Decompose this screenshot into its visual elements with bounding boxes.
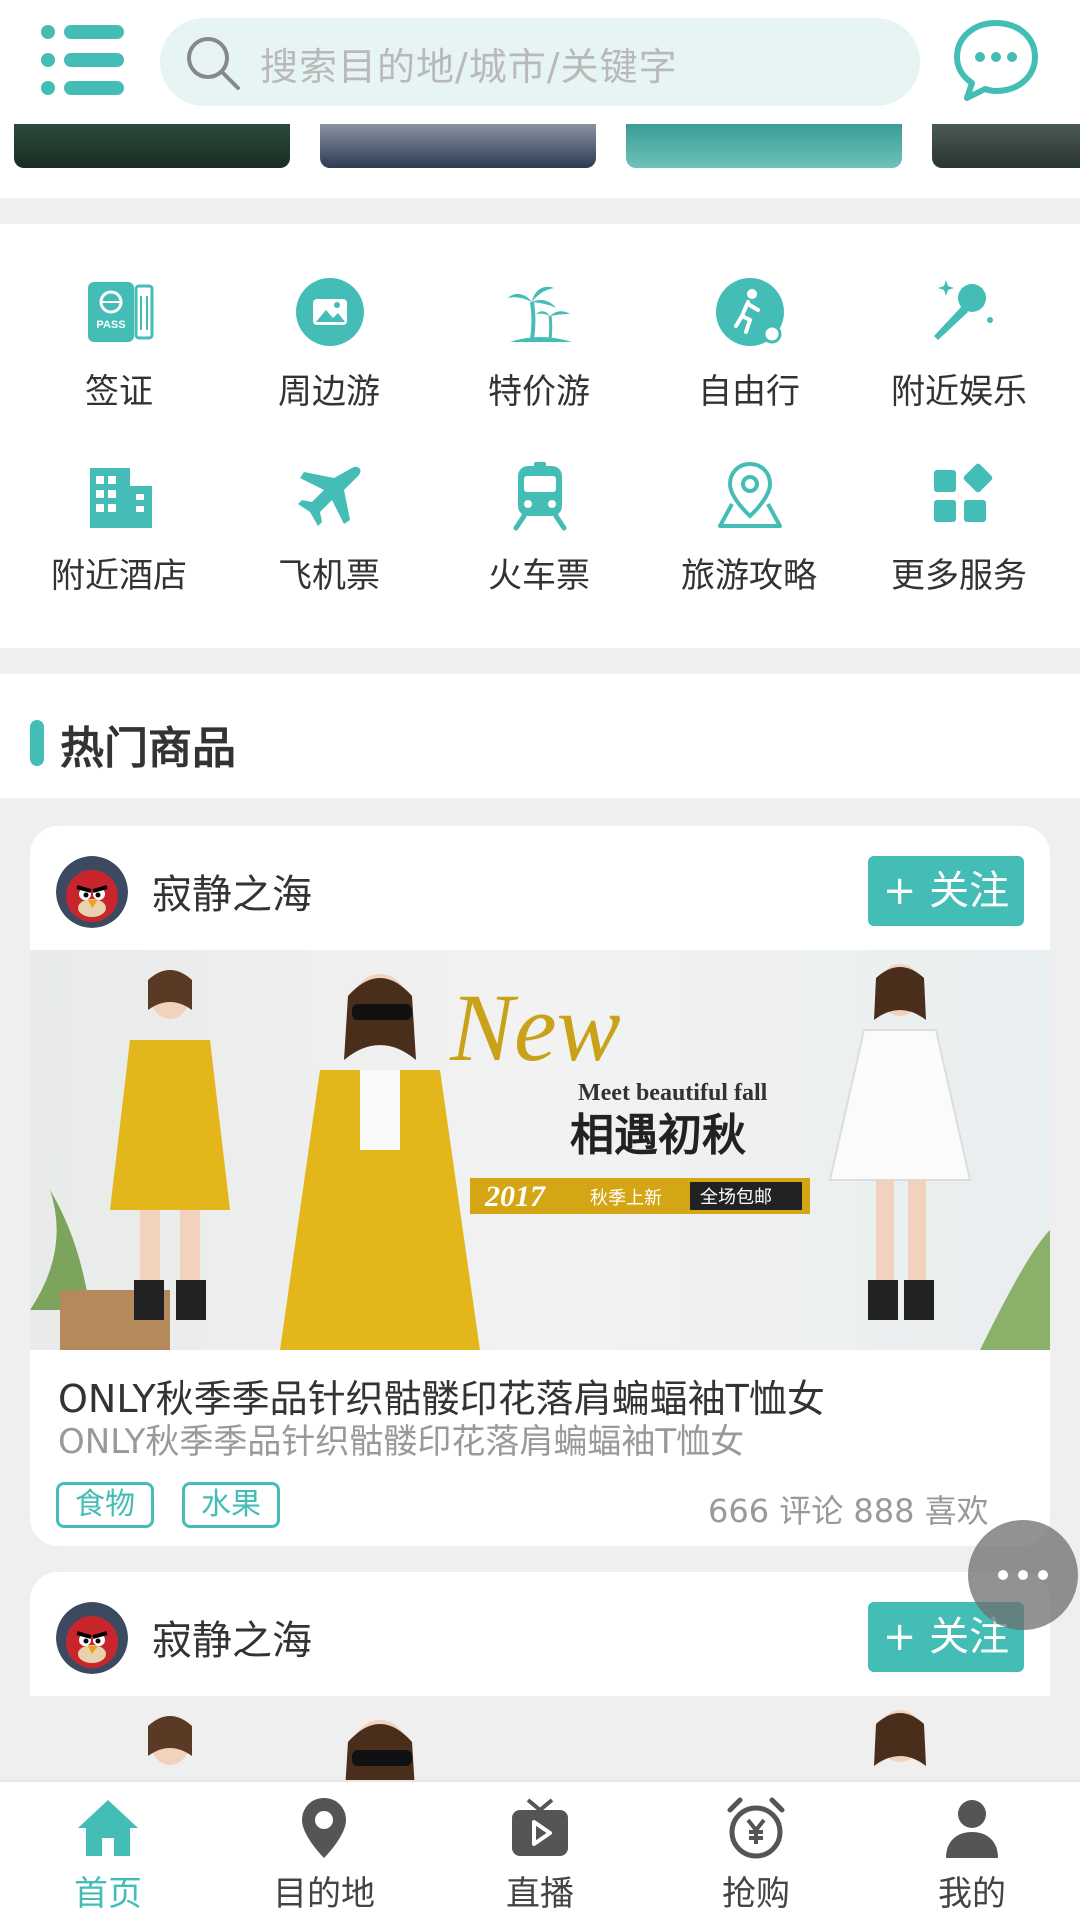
service-label: 附近酒店 xyxy=(51,556,187,596)
fashion-banner-image: New Meet beautiful fall 相遇初秋 2017 秋季上新 全… xyxy=(30,950,1050,1350)
service-label: 旅游攻略 xyxy=(681,556,817,596)
search-input[interactable]: 搜索目的地/城市/关键字 xyxy=(160,18,920,106)
map-pin-icon xyxy=(718,461,782,528)
app-screen: 搜索目的地/城市/关键字 PASS 签证 周边游 特价游 自由行 附近娱乐 附近… xyxy=(0,0,1080,1920)
product-tag[interactable]: 食物 xyxy=(56,1482,154,1528)
service-free-travel[interactable]: 自由行 xyxy=(644,276,854,426)
product-subtitle: ONLY秋季季品针织骷髅印花落肩蝙蝠袖T恤女 xyxy=(58,1422,745,1462)
banner-shipping: 全场包邮 xyxy=(700,1187,772,1208)
tab-profile[interactable]: 我的 xyxy=(864,1782,1080,1920)
top-header: 搜索目的地/城市/关键字 xyxy=(0,0,1080,124)
microphone-icon xyxy=(934,280,993,340)
tv-play-icon xyxy=(512,1798,568,1856)
service-label: 自由行 xyxy=(698,372,800,412)
follow-button[interactable]: + 关注 xyxy=(868,856,1024,926)
service-nearby-entertainment[interactable]: 附近娱乐 xyxy=(854,276,1064,426)
section-title: 热门商品 xyxy=(60,723,236,774)
tab-live[interactable]: 直播 xyxy=(432,1782,648,1920)
alarm-yen-icon xyxy=(727,1797,785,1859)
train-icon xyxy=(513,462,567,531)
tab-home[interactable]: 首页 xyxy=(0,1782,216,1920)
service-train[interactable]: 火车票 xyxy=(434,460,644,610)
walking-person-icon xyxy=(716,278,784,346)
banner-tagline: Meet beautiful fall xyxy=(578,1080,768,1106)
banner-headline: 相遇初秋 xyxy=(570,1110,746,1161)
destination-carousel[interactable] xyxy=(0,124,1080,198)
more-float-button[interactable] xyxy=(968,1520,1078,1630)
service-grid: PASS 签证 周边游 特价游 自由行 附近娱乐 附近酒店 飞机票 火车票 旅游… xyxy=(0,224,1080,648)
section-accent-bar xyxy=(30,720,44,766)
tab-label: 首页 xyxy=(74,1874,142,1914)
product-tag[interactable]: 水果 xyxy=(182,1482,280,1528)
svg-text:PASS: PASS xyxy=(96,319,125,331)
palm-tree-icon xyxy=(508,286,572,342)
avatar[interactable] xyxy=(56,856,128,928)
banner-new-text: New xyxy=(449,974,621,1081)
service-travel-guide[interactable]: 旅游攻略 xyxy=(644,460,854,610)
tab-label: 我的 xyxy=(938,1874,1006,1914)
tab-label: 直播 xyxy=(506,1874,574,1914)
service-visa[interactable]: PASS 签证 xyxy=(14,276,224,426)
avatar[interactable] xyxy=(56,1602,128,1674)
user-icon xyxy=(946,1800,998,1858)
service-nearby-tour[interactable]: 周边游 xyxy=(224,276,434,426)
angry-bird-avatar-icon xyxy=(56,856,128,928)
search-icon xyxy=(187,37,240,90)
service-flight[interactable]: 飞机票 xyxy=(224,460,434,610)
hot-products-header: 热门商品 xyxy=(0,674,1080,798)
tab-label: 目的地 xyxy=(273,1874,375,1914)
product-stats: 666 评论 888 喜欢 xyxy=(708,1492,989,1530)
photo-icon xyxy=(296,278,364,346)
home-icon xyxy=(78,1800,138,1856)
product-image[interactable]: New Meet beautiful fall 相遇初秋 2017 秋季上新 全… xyxy=(30,950,1050,1350)
chat-icon[interactable] xyxy=(952,18,1040,104)
tab-label: 抢购 xyxy=(722,1874,790,1914)
service-label: 飞机票 xyxy=(278,556,380,596)
destination-thumb[interactable] xyxy=(626,124,902,168)
service-label: 更多服务 xyxy=(891,556,1027,596)
grid-icon xyxy=(934,463,993,522)
destination-thumb[interactable] xyxy=(320,124,596,168)
angry-bird-avatar-icon xyxy=(56,1602,128,1674)
product-card[interactable]: 寂静之海 + 关注 xyxy=(30,826,1050,1546)
service-nearby-hotel[interactable]: 附近酒店 xyxy=(14,460,224,610)
airplane-icon xyxy=(298,466,361,526)
service-special-tour[interactable]: 特价游 xyxy=(434,276,644,426)
banner-year: 2017 xyxy=(484,1180,546,1213)
hotel-icon xyxy=(90,468,152,528)
bottom-tab-bar: 首页 目的地 直播 抢购 我的 xyxy=(0,1780,1080,1920)
service-label: 特价游 xyxy=(488,372,590,412)
service-label: 签证 xyxy=(85,372,153,412)
service-label: 附近娱乐 xyxy=(891,372,1027,412)
service-label: 周边游 xyxy=(278,372,380,412)
more-dots-icon xyxy=(998,1570,1048,1580)
search-placeholder: 搜索目的地/城市/关键字 xyxy=(260,45,678,89)
service-label: 火车票 xyxy=(488,556,590,596)
destination-thumb[interactable] xyxy=(14,124,290,168)
banner-ribbon: 秋季上新 xyxy=(590,1188,662,1209)
location-icon xyxy=(302,1798,346,1858)
service-more[interactable]: 更多服务 xyxy=(854,460,1064,610)
menu-icon[interactable] xyxy=(40,22,126,98)
passport-icon: PASS xyxy=(88,282,154,342)
shop-name[interactable]: 寂静之海 xyxy=(152,862,312,920)
tab-destination[interactable]: 目的地 xyxy=(216,1782,432,1920)
tab-flash-sale[interactable]: 抢购 xyxy=(648,1782,864,1920)
destination-thumb[interactable] xyxy=(932,124,1080,168)
shop-name[interactable]: 寂静之海 xyxy=(152,1608,312,1666)
